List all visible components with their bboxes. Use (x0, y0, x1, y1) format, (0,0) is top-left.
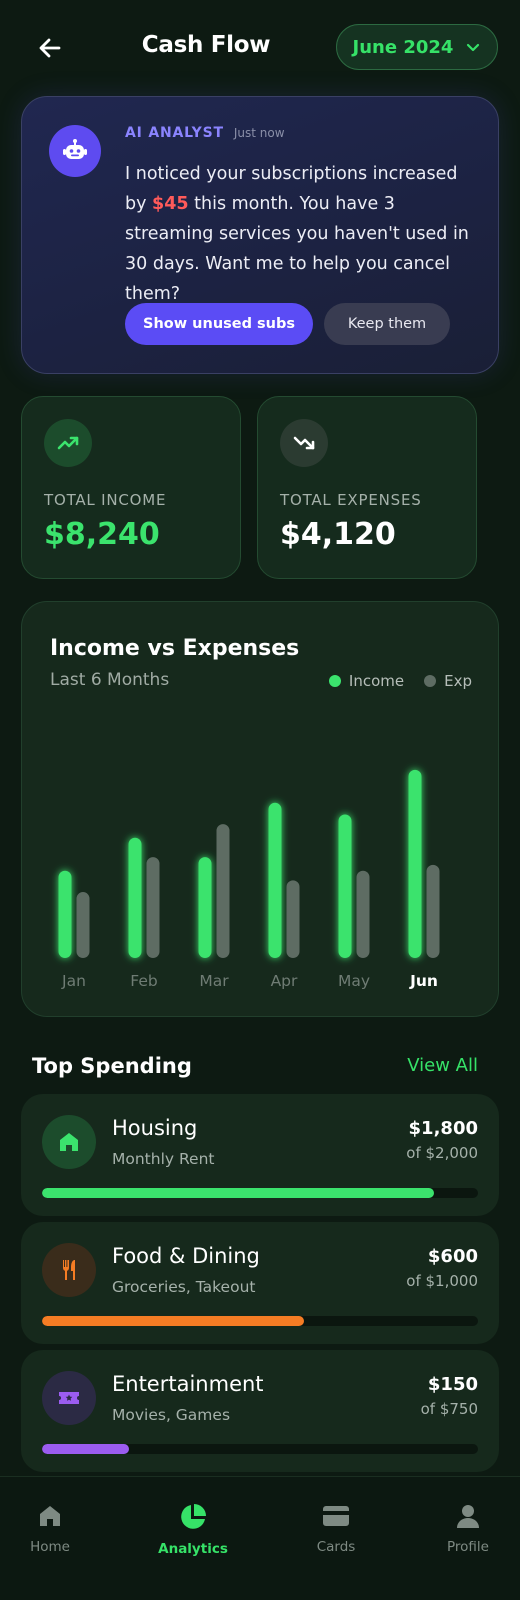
income-value: $8,240 (44, 517, 160, 552)
trending-up-icon (44, 419, 92, 467)
spend-budget: of $750 (420, 1400, 478, 1418)
bar-expenses-may[interactable] (356, 870, 370, 958)
bar-expenses-jan[interactable] (76, 892, 90, 958)
nav-label: Analytics (158, 1541, 228, 1557)
expenses-value: $4,120 (280, 517, 396, 552)
nav-profile[interactable]: Profile (418, 1503, 518, 1555)
x-tick-label: Jan (61, 972, 86, 990)
robot-icon (63, 139, 87, 159)
spend-name: Housing (112, 1116, 198, 1140)
bar-expenses-mar[interactable] (216, 824, 230, 958)
x-tick-label: Apr (271, 972, 298, 990)
progress-fill (42, 1188, 435, 1198)
chevron-down-icon (467, 43, 480, 52)
bar-income-jan[interactable] (58, 870, 72, 958)
card-icon (323, 1506, 349, 1526)
spend-budget: of $1,000 (406, 1272, 478, 1290)
bar-expenses-jun[interactable] (426, 864, 440, 958)
expenses-label: TOTAL EXPENSES (280, 491, 422, 509)
ai-message-amount: $45 (152, 194, 189, 214)
home-icon (60, 1133, 78, 1151)
utensils-icon (63, 1260, 75, 1280)
keep-them-button[interactable]: Keep them (324, 303, 450, 345)
bar-income-may[interactable] (338, 814, 352, 958)
spend-amount: $600 (427, 1246, 478, 1267)
ai-name: AI ANALYST (125, 125, 224, 141)
spending-item-food[interactable]: Food & Dining Groceries, Takeout $600 of… (21, 1222, 499, 1344)
bottom-nav: Home Analytics Cards Profile (0, 1476, 520, 1600)
progress-track (42, 1188, 478, 1198)
bar-expenses-feb[interactable] (146, 857, 160, 958)
spend-icon-housing (42, 1115, 96, 1169)
ticket-icon (59, 1392, 79, 1404)
month-label: June 2024 (352, 36, 454, 58)
total-income-card[interactable]: TOTAL INCOME $8,240 (21, 396, 241, 579)
ai-timestamp: Just now (233, 126, 285, 140)
x-tick-label: Mar (199, 972, 229, 990)
ai-message: I noticed your subscriptions increased b… (125, 159, 480, 309)
nav-cards[interactable]: Cards (286, 1503, 386, 1555)
bar-income-jun[interactable] (408, 769, 422, 958)
spend-icon-entertainment (42, 1371, 96, 1425)
header: Cash Flow June 2024 (0, 0, 520, 96)
x-tick-label: Jun (409, 972, 438, 990)
total-expenses-card[interactable]: TOTAL EXPENSES $4,120 (257, 396, 477, 579)
spend-name: Entertainment (112, 1372, 264, 1396)
progress-fill (42, 1316, 304, 1326)
nav-label: Home (30, 1539, 70, 1555)
spend-budget: of $2,000 (406, 1144, 478, 1162)
top-spending-title: Top Spending (32, 1054, 192, 1078)
pie-chart-icon (181, 1504, 206, 1529)
nav-analytics[interactable]: Analytics (143, 1503, 243, 1557)
month-selector[interactable]: June 2024 (336, 24, 498, 70)
spend-amount: $1,800 (408, 1118, 478, 1139)
trending-down-icon (280, 419, 328, 467)
spend-desc: Monthly Rent (112, 1150, 215, 1168)
spend-icon-food (42, 1243, 96, 1297)
ai-header: AI ANALYST Just now (125, 125, 285, 141)
progress-fill (42, 1444, 130, 1454)
spend-amount: $150 (427, 1374, 478, 1395)
ai-avatar (49, 125, 101, 177)
bar-chart: Jan Feb Mar Apr May Jun (58, 769, 440, 990)
bar-income-apr[interactable] (268, 802, 282, 958)
income-label: TOTAL INCOME (44, 491, 167, 509)
nav-label: Profile (447, 1539, 489, 1555)
home-icon (40, 1506, 60, 1526)
nav-home[interactable]: Home (0, 1503, 100, 1555)
progress-track (42, 1444, 478, 1454)
spend-desc: Movies, Games (112, 1406, 231, 1424)
user-icon (457, 1505, 479, 1528)
income-expenses-chart-card: Income vs Expenses Last 6 Months Income … (21, 601, 499, 1017)
bar-income-mar[interactable] (198, 857, 212, 958)
ai-analyst-card: AI ANALYST Just now I noticed your subsc… (21, 96, 499, 374)
nav-label: Cards (316, 1539, 356, 1555)
bar-income-feb[interactable] (128, 837, 142, 958)
progress-track (42, 1316, 478, 1326)
x-tick-label: Feb (130, 972, 157, 990)
spending-item-entertainment[interactable]: Entertainment Movies, Games $150 of $750 (21, 1350, 499, 1472)
show-unused-subs-button[interactable]: Show unused subs (125, 303, 313, 345)
bar-expenses-apr[interactable] (286, 880, 300, 958)
view-all-link[interactable]: View All (407, 1055, 478, 1076)
spend-desc: Groceries, Takeout (112, 1278, 256, 1296)
spending-item-housing[interactable]: Housing Monthly Rent $1,800 of $2,000 (21, 1094, 499, 1216)
spend-name: Food & Dining (112, 1244, 260, 1268)
x-tick-label: May (338, 972, 370, 990)
